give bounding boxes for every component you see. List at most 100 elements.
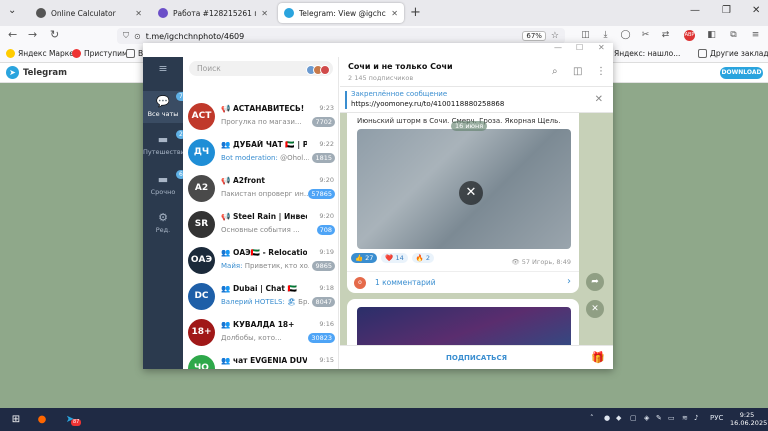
share-icon[interactable]: ➦ [586,273,604,291]
pocket-icon[interactable]: ◫ [580,30,591,41]
chat-name: 👥 ДУБАЙ ЧАТ 🇦🇪 | РУС... [221,140,307,149]
comments-button[interactable]: o 1 комментарий › [347,271,579,293]
bookmark-label: Яндекс: нашло... [614,49,681,58]
view-count: 57 [521,258,530,266]
chat-name: 👥 чат EVGENIA DUVAKI... [221,356,307,365]
adblock-icon[interactable]: ABP [684,30,695,41]
tab-work-order[interactable]: Работа #128215261 по заказу ✕ [152,3,274,23]
downloads-icon[interactable]: ⤓ [600,30,611,41]
folder-rail: ≡ 💬728 Все чаты ▬2 Путешествия ▬6 Срочно… [143,57,194,369]
reaction-emoji: ❤️ [385,254,394,262]
chat-list-item[interactable]: SR 📢 Steel Rain | Инвестиц... 9:20 Основны… [183,207,338,242]
restore-window-icon[interactable]: ❐ [722,5,731,16]
chat-preview: Bot moderation: @Ohol... [221,154,309,162]
reaction-fire[interactable]: 🔥 2 [411,253,434,263]
translate-icon[interactable]: ⇄ [660,30,671,41]
subscribe-button[interactable]: ПОДПИСАТЬСЯ [340,354,613,362]
sidebar-toggle-icon[interactable]: ◫ [573,66,582,77]
reaction-thumbs-up[interactable]: 👍 27 [351,253,378,263]
close-icon[interactable]: ✕ [598,43,605,52]
tray-app-icon[interactable]: ✎ [656,414,662,422]
telegram-taskbar-icon[interactable]: ➤ 87 [62,412,82,427]
folder-icon: ▬ 6 [155,170,186,186]
tab-list-icon[interactable]: ⌄ [8,5,16,16]
forward-arrow-icon[interactable]: → [28,28,37,41]
more-options-icon[interactable]: ⋮ [596,66,606,77]
bookmark-favicon-icon [72,49,81,58]
zoom-level-badge[interactable]: 67% [522,31,546,41]
volume-icon[interactable]: ♪ [694,414,698,422]
tray-app-icon[interactable]: ◈ [644,414,649,422]
tray-app-icon[interactable]: ● [604,414,610,422]
download-button[interactable]: DOWNLOAD [720,67,763,79]
chat-list-item[interactable]: АСТ 📢 АСТАНАВИТЕСЬ! 9:23 Прогулка по магаз… [183,99,338,134]
search-icon[interactable]: ⌕ [552,66,558,77]
bookmark-yandex-found[interactable]: Яндекс: нашло... [614,49,680,58]
taskbar-clock[interactable]: 9:25 16.06.2025 [730,411,767,427]
tray-snip-icon[interactable]: ▢ [630,414,637,422]
chat-header[interactable]: Сочи и не только Сочи 2 145 подписчиков … [340,57,613,87]
unread-count-badge: 57865 [308,189,335,199]
close-pinned-icon[interactable]: ✕ [595,94,603,105]
bookmark-other[interactable]: Другие закладки [698,49,768,58]
extensions-puzzle-icon[interactable]: ⧉ [728,30,739,41]
chat-list-item[interactable]: ЧО👥 чат EVGENIA DUVAKI...9:15Сымбат: Ваа… [183,351,338,369]
telegram-favicon-icon [284,8,294,18]
close-window-icon[interactable]: ✕ [752,5,760,16]
bookmark-yandex-market[interactable]: Яндекс Маркет [6,49,78,58]
close-tab-icon[interactable]: ✕ [135,9,142,18]
chat-list-item[interactable]: A2 📢 A2front 9:20 Пакистан опроверг ин... 5… [183,171,338,206]
address-bar[interactable]: ⛉ ⊙ t.me/igchchnphoto/4609 67% ☆ [117,28,565,44]
maximize-icon[interactable]: ☐ [576,43,583,52]
bookmark-star-icon[interactable]: ☆ [551,31,559,41]
menu-button[interactable]: ≡ [143,63,183,75]
chat-list-item[interactable]: 18+ 👥 КУВАЛДА 18+ 9:16 Долбобы, кото... 308… [183,315,338,350]
tray-app-icon[interactable]: ◆ [616,414,621,422]
folder-all-chats[interactable]: 💬728 Все чаты [143,91,194,123]
back-arrow-icon[interactable]: ← [8,28,17,41]
cancel-download-icon[interactable]: ✕ [459,181,483,205]
folder-travel[interactable]: ▬2 Путешествия [143,129,186,163]
hamburger-menu-icon: ≡ [158,62,168,75]
chat-preview: Долбобы, кото... [221,334,309,342]
minimize-icon[interactable]: — [554,43,562,52]
telegram-web-title: Telegram [23,68,67,78]
battery-icon[interactable]: ▭ [668,414,675,422]
reaction-emoji: 🔥 [415,254,424,262]
reload-icon[interactable]: ↻ [50,28,59,41]
tray-chevron-icon[interactable]: ˄ [590,414,594,422]
tab-telegram[interactable]: Telegram: View @igchchnphoto ✕ [278,3,404,23]
new-tab-icon[interactable]: + [410,5,421,20]
close-tab-icon[interactable]: ✕ [391,9,398,18]
chat-list-item[interactable]: DC 👥 Dubai | Chat 🇦🇪 9:18 Валерий HOTELS: 🏖… [183,279,338,314]
minimize-window-icon[interactable]: — [690,5,700,16]
chat-preview-text: Основные события ... [221,226,300,234]
firefox-taskbar-icon[interactable]: ● [34,412,50,427]
screenshot-icon[interactable]: ✂ [640,30,651,41]
pinned-message-bar[interactable]: Закреплённое сообщение https://yoomoney.… [340,87,613,113]
folder-edit[interactable]: ⚙ Ред. [143,207,183,237]
reaction-heart[interactable]: ❤️ 14 [381,253,408,263]
chat-list-item[interactable]: ОАЭ 👥 ОАЭ🇦🇪 - Relocation чат 9:19 Майя: При… [183,243,338,278]
wifi-icon[interactable]: ≋ [682,414,688,422]
site-info-icon[interactable]: ⊙ [134,32,141,41]
close-icon[interactable]: ✕ [586,300,604,318]
input-language[interactable]: РУС [710,414,723,422]
chat-list: Поиск АСТ 📢 АСТАНАВИТЕСЬ! 9:23 Прогулка по… [183,57,339,369]
bookmark-pristupim[interactable]: Приступим [72,49,128,58]
gift-icon[interactable]: 🎁 [591,351,605,364]
menu-hamburger-icon[interactable]: ≡ [750,30,761,41]
folder-urgent[interactable]: ▬ 6 Срочно [143,169,186,199]
account-icon[interactable]: ◯ [620,30,631,41]
url-text[interactable]: t.me/igchchnphoto/4609 [146,32,518,41]
tab-online-calculator[interactable]: Online Calculator ✕ [30,3,148,23]
tab-title: Работа #128215261 по заказу [173,8,256,18]
chat-list-item[interactable]: ДЧ 👥 ДУБАЙ ЧАТ 🇦🇪 | РУС... 9:22 Bot moderat… [183,135,338,170]
stories-avatars[interactable] [306,65,330,75]
chat-time: 9:22 [319,140,334,148]
windows-start-icon[interactable]: ⊞ [8,412,24,427]
post-video[interactable]: ✕ [357,129,571,249]
shield-icon[interactable]: ⛉ [123,31,129,41]
extension-icon[interactable]: ◧ [706,30,717,41]
close-tab-icon[interactable]: ✕ [261,9,268,18]
